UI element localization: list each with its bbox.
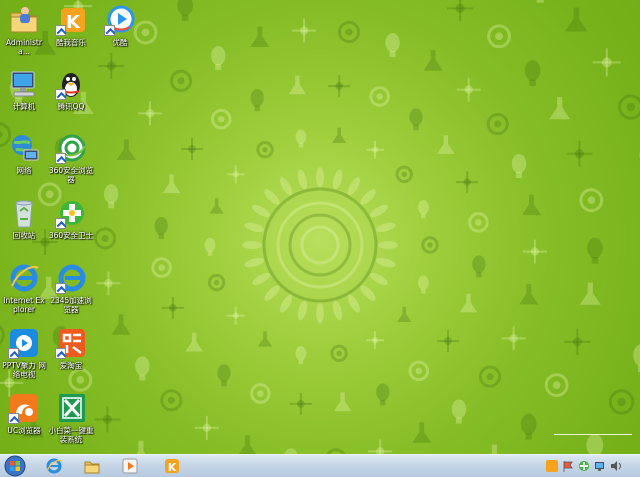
shortcut-arrow-icon	[55, 218, 66, 229]
desktop-icon-youku[interactable]: 优酷	[97, 4, 143, 47]
windows-start-icon	[4, 455, 26, 477]
network-icon	[8, 132, 40, 164]
computer-icon	[8, 68, 40, 100]
start-button[interactable]	[2, 455, 28, 477]
desktop-icon-pptv[interactable]: PPTV聚力 网络电视	[1, 327, 47, 379]
desktop-icon-network[interactable]: 网络	[1, 132, 47, 175]
shortcut-arrow-icon	[55, 348, 66, 359]
taobao-icon	[55, 327, 87, 359]
svg-text:K: K	[66, 12, 81, 33]
shortcut-arrow-icon	[55, 153, 66, 164]
desktop-icon-360-security[interactable]: 360安全卫士	[48, 197, 94, 240]
tray-kuwo-icon[interactable]	[546, 460, 558, 472]
desktop-icon-uc-browser[interactable]: UC浏览器	[1, 392, 47, 435]
pptv-icon	[8, 327, 40, 359]
desktop-icon-kuwo-music[interactable]: K 酷我音乐	[48, 4, 94, 47]
360-browser-icon	[55, 132, 87, 164]
desktop-icon-qq[interactable]: 腾讯QQ	[48, 68, 94, 111]
svg-text:K: K	[168, 461, 177, 474]
shortcut-arrow-icon	[8, 348, 19, 359]
shortcut-arrow-icon	[8, 413, 19, 424]
2345-browser-icon	[55, 262, 87, 294]
desktop-icon-internet-explorer[interactable]: Internet Explorer	[1, 262, 47, 314]
kuwo-icon: K	[165, 459, 179, 474]
desktop-icon-xiaobaicai[interactable]: 小白菜一键重装系统	[48, 392, 94, 444]
ie-icon	[46, 458, 63, 474]
shortcut-arrow-icon	[55, 283, 66, 294]
shortcut-arrow-icon	[55, 25, 66, 36]
desktop-icon-taobao[interactable]: 爱淘宝	[48, 327, 94, 370]
desktop-icon-360-browser[interactable]: 360安全浏览器	[48, 132, 94, 184]
kuwo-music-icon: K	[55, 4, 87, 36]
shortcut-arrow-icon	[55, 89, 66, 100]
system-tray	[500, 455, 640, 477]
tray-flag-icon[interactable]	[562, 460, 574, 472]
media-player-icon	[122, 458, 138, 474]
uc-browser-icon	[8, 392, 40, 424]
xiaobaicai-icon	[55, 392, 87, 424]
desktop-icon-2345-browser[interactable]: 2345加速浏览器	[48, 262, 94, 314]
shortcut-arrow-icon	[104, 25, 115, 36]
ie-icon	[8, 262, 40, 294]
desktop[interactable]: Administra... 计算机 网络 回收站 Internet Explor…	[0, 0, 640, 454]
taskbar-kuwo-button[interactable]: K	[160, 455, 184, 477]
desktop-divider	[554, 434, 632, 435]
tray-volume-icon[interactable]	[610, 460, 622, 472]
explorer-folder-icon	[84, 461, 100, 474]
tray-network-icon[interactable]	[594, 460, 606, 472]
wallpaper-pattern	[0, 0, 640, 454]
taskbar: K	[0, 454, 640, 477]
desktop-icon-administrator[interactable]: Administra...	[1, 4, 47, 56]
desktop-icon-recycle-bin[interactable]: 回收站	[1, 197, 47, 240]
taskbar-media-player-button[interactable]	[118, 455, 142, 477]
desktop-icon-computer[interactable]: 计算机	[1, 68, 47, 111]
taskbar-explorer-button[interactable]	[80, 455, 104, 477]
user-folder-icon	[8, 4, 40, 36]
tray-360-icon[interactable]	[578, 460, 590, 472]
360-security-icon	[55, 197, 87, 229]
qq-penguin-icon	[55, 68, 87, 100]
taskbar-ie-button[interactable]	[42, 455, 66, 477]
recycle-bin-icon	[8, 197, 40, 229]
youku-icon	[104, 4, 136, 36]
